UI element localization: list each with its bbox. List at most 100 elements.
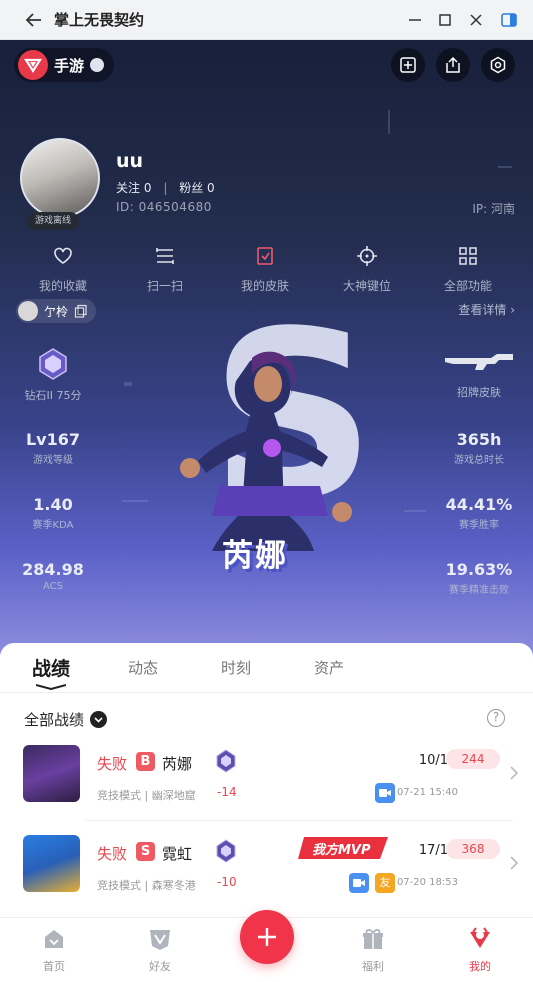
help-icon[interactable]: ? [487, 709, 505, 727]
video-icon[interactable] [349, 873, 369, 893]
agent-thumbnail [23, 835, 80, 892]
match-score: 368 [446, 839, 500, 859]
window-title: 掌上无畏契约 [54, 11, 145, 29]
row-divider [85, 820, 513, 821]
rank-stat[interactable]: 钻石II 75分 [8, 347, 98, 403]
follow-stats: 关注 0 | 粉丝 0 [116, 181, 215, 195]
friend-tag: 友 [375, 873, 395, 893]
tab-feed[interactable]: 动态 [128, 657, 158, 678]
minimize-icon[interactable] [405, 10, 425, 30]
profile-icon [470, 927, 490, 948]
stat-value: 19.63% [445, 560, 513, 579]
settings-button[interactable] [481, 48, 515, 82]
back-icon[interactable] [24, 10, 44, 30]
diamond-rank-icon [216, 839, 236, 863]
follow-count[interactable]: 0 [144, 181, 152, 195]
view-details-link[interactable]: 查看详情 › [458, 301, 515, 318]
shortcut-label: 扫一扫 [146, 279, 183, 293]
match-time: 07-21 15:40 [396, 787, 458, 798]
filter-label: 全部战绩 [24, 711, 85, 729]
match-agent: 芮娜 [162, 755, 193, 773]
mini-avatar [18, 301, 38, 321]
friends-icon [150, 930, 170, 950]
maximize-icon[interactable] [435, 10, 455, 30]
tab-assets[interactable]: 资产 [314, 657, 344, 678]
match-mode: 竞技模式 | 幽深地窟 [97, 789, 196, 802]
nav-label: 福利 [362, 960, 384, 973]
skin-icon [257, 247, 273, 265]
rank-label: 钻石II 75分 [24, 389, 82, 402]
app-logo-icon [18, 50, 48, 80]
shortcut-scan[interactable]: 扫一扫 [120, 245, 210, 294]
record-filter-dropdown[interactable]: 全部战绩 [24, 709, 108, 730]
swap-icon [90, 58, 105, 72]
match-row[interactable]: 失败 B 芮娜 竞技模式 | 幽深地窟 -14 10/10/3 244 07-2… [0, 735, 533, 821]
fans-label[interactable]: 粉丝 [179, 181, 203, 195]
match-grade: B [136, 752, 155, 771]
close-icon[interactable] [466, 10, 486, 30]
nav-home[interactable]: 首页 [24, 926, 84, 974]
mvp-label: 我方MVP [312, 843, 371, 858]
heart-icon [54, 247, 72, 264]
grid-icon [459, 247, 477, 265]
username: uu [116, 150, 144, 172]
agent-name: 芮娜 [222, 538, 288, 574]
match-mode: 竞技模式 | 森寒冬港 [97, 879, 196, 892]
app-switch-label: 手游 [54, 56, 85, 75]
plus-icon [258, 928, 276, 946]
crosshair-icon [357, 246, 377, 266]
stat-kda: 1.40 赛季KDA [8, 495, 98, 531]
nav-welfare[interactable]: 福利 [343, 926, 403, 974]
app-switch-pill[interactable]: 手游 [14, 48, 115, 82]
records-panel: 战绩 动态 时刻 资产 全部战绩 ? 失败 B 芮娜 竞技模式 | 幽深地窟 -… [0, 643, 533, 923]
stat-label: 赛季精准击败 [449, 585, 509, 596]
sidebar-icon[interactable] [499, 10, 519, 30]
stat-label: 游戏总时长 [454, 455, 504, 466]
stat-value: 284.98 [22, 560, 84, 579]
rank-delta: -14 [217, 785, 237, 799]
match-grade: S [136, 842, 155, 861]
share-button[interactable] [436, 48, 470, 82]
shortcut-favorites[interactable]: 我的收藏 [18, 245, 108, 294]
scan-icon [156, 248, 174, 264]
stat-hours: 365h 游戏总时长 [434, 430, 524, 466]
nav-profile[interactable]: 我的 [450, 926, 510, 974]
decor-line [122, 500, 148, 502]
nav-friends[interactable]: 好友 [130, 926, 190, 974]
shortcut-all[interactable]: 全部功能 [423, 245, 513, 294]
chevron-right-icon [510, 856, 519, 870]
decor-line [124, 382, 132, 386]
follow-label[interactable]: 关注 [116, 181, 140, 195]
add-post-button[interactable] [391, 48, 425, 82]
shortcut-label: 全部功能 [443, 279, 492, 293]
avatar[interactable] [20, 138, 100, 218]
copy-icon[interactable] [74, 304, 88, 318]
account-chip[interactable]: 亇柃 [16, 299, 97, 323]
agent-thumbnail [23, 745, 80, 802]
diamond-rank-icon [216, 749, 236, 773]
stat-value: 365h [456, 430, 502, 449]
agent-portrait-image [180, 351, 352, 551]
panel-tabs: 战绩 动态 时刻 资产 [0, 643, 533, 693]
chevron-down-icon [90, 711, 108, 728]
nav-label: 好友 [149, 960, 171, 973]
signature-skin[interactable]: 招牌皮肤 [434, 350, 524, 400]
nav-label: 我的 [469, 960, 491, 973]
user-id: ID: 046504680 [116, 200, 212, 214]
status-badge: 游戏离线 [27, 212, 80, 230]
tab-moments[interactable]: 时刻 [221, 657, 251, 678]
create-button[interactable] [240, 910, 294, 964]
tab-records[interactable]: 战绩 [32, 654, 70, 681]
video-icon[interactable] [375, 783, 395, 803]
profile-hero: 手游 游戏离线 uu 关注 0 | 粉丝 0 ID: 046504680 IP:… [0, 40, 533, 660]
diamond-rank-icon [39, 348, 67, 380]
stat-winrate: 44.41% 赛季胜率 [434, 495, 524, 531]
bottom-navigation: 首页 好友 福利 我的 [0, 910, 533, 982]
gift-icon [363, 929, 383, 949]
stat-headshot: 19.63% 赛季精准击败 [434, 560, 524, 596]
fans-count[interactable]: 0 [207, 181, 215, 195]
stat-label: 赛季KDA [32, 520, 74, 531]
window-titlebar: 掌上无畏契约 [0, 0, 533, 40]
decor-line [388, 110, 390, 134]
match-row[interactable]: 失败 S 霓虹 我方MVP 竞技模式 | 森寒冬港 -10 17/13/4 36… [0, 825, 533, 911]
